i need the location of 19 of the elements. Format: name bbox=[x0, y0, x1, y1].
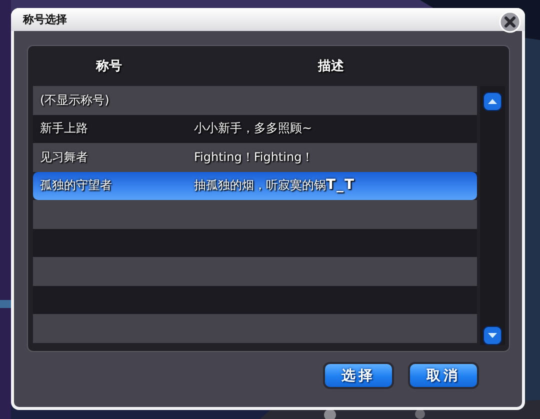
scroll-up-icon[interactable] bbox=[483, 92, 502, 111]
description-cell-text: 小小新手，多多照顾~ bbox=[194, 120, 314, 138]
dialog-button[interactable]: 选择 bbox=[323, 362, 394, 389]
close-icon[interactable] bbox=[499, 10, 521, 32]
list-row[interactable]: 孤独的守望者 抽孤独的烟，听寂寞的锅T_T bbox=[33, 172, 477, 200]
list-row[interactable]: 见习舞者 Fighting！Fighting！ bbox=[33, 143, 477, 172]
description-cell-text: Fighting！Fighting！ bbox=[194, 148, 315, 166]
list-row[interactable]: 新手上路 小小新手，多多照顾~ bbox=[33, 114, 477, 143]
title-cell-text: 见习舞者 bbox=[40, 148, 89, 166]
title-cell-text: (不显示称号) bbox=[40, 92, 110, 109]
window-title: 称号选择 bbox=[23, 12, 67, 27]
dialog-button[interactable]: 取消 bbox=[408, 362, 479, 389]
list-row[interactable]: (不显示称号) bbox=[33, 86, 477, 114]
description-cell-text: 抽孤独的烟，听寂寞的锅T_T bbox=[194, 177, 356, 194]
scroll-down-icon[interactable] bbox=[483, 326, 502, 345]
column-header: 描述 bbox=[316, 58, 345, 75]
title-cell-text: 新手上路 bbox=[40, 120, 89, 138]
column-header: 称号 bbox=[94, 58, 123, 75]
title-cell-text: 孤独的守望者 bbox=[40, 177, 113, 194]
